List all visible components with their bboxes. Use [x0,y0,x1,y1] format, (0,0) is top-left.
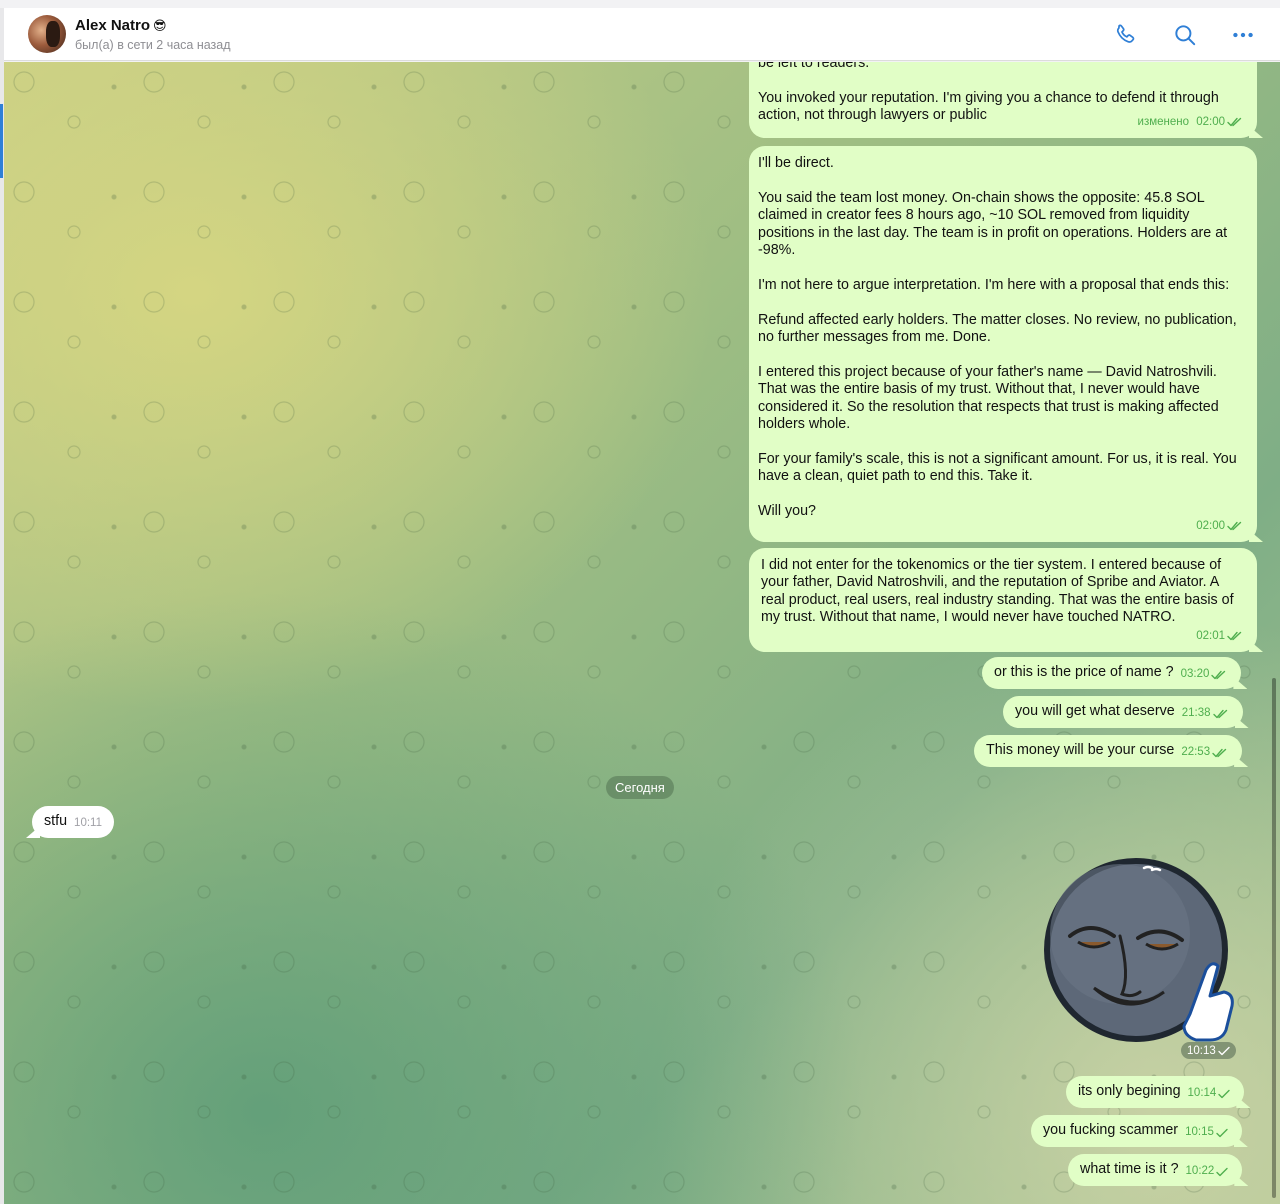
message-meta: 10:22 [1186,1163,1229,1180]
more-button[interactable] [1228,20,1258,50]
message-time: 02:00 [1196,519,1225,532]
check-icon [1216,1167,1229,1177]
contact-name[interactable]: Alex Natro 😎 [75,17,167,34]
double-check-icon [1212,709,1227,719]
message-text: I'm not here to argue interpretation. I'… [758,276,1230,293]
message-text: Will you? [758,503,816,520]
message-text: you will get what deserve [1015,703,1175,720]
message-time: 10:14 [1187,1087,1217,1100]
contact-name-text: Alex Natro [75,17,151,34]
scrollbar-thumb[interactable] [1272,678,1276,1198]
message-time: 10:15 [1185,1126,1214,1139]
check-icon [1218,1089,1231,1099]
message-bubble[interactable]: This money will be your curse 22:53 [974,735,1243,767]
message-text: what time is it ? [1080,1161,1179,1178]
message-meta: 10:11 [74,815,102,832]
message-text: stfu [44,813,68,830]
message-text: For your family's scale, this is not a s… [758,450,1237,485]
message-text: I did not enter for the tokenomics or th… [761,557,1234,626]
message-bubble[interactable]: I'll be direct. You said the team lost m… [749,146,1257,542]
message-bubble[interactable]: its only begining 10:14 [1066,1076,1245,1108]
message-text: you fucking scammer [1043,1122,1179,1139]
active-chat-indicator [0,104,3,178]
sticker-meta: 10:13 [1181,1042,1236,1059]
call-button[interactable] [1110,20,1140,50]
edited-label: изменено [1137,115,1190,128]
date-separator: Сегодня [606,776,674,799]
search-icon [1175,25,1196,46]
chat-area[interactable]: be left to readers. You invoked your rep… [4,62,1280,1204]
avatar[interactable] [28,15,66,53]
check-icon [1216,1128,1228,1138]
check-icon [1218,1046,1230,1055]
message-time: 10:13 [1187,1044,1216,1057]
message-text: I entered this project because of your f… [758,363,1219,433]
message-text: be left to readers. [758,62,870,71]
chat-header: Alex Natro 😎 был(а) в сети 2 часа назад [4,8,1280,61]
contact-status: был(а) в сети 2 часа назад [75,38,231,52]
message-bubble[interactable]: I did not enter for the tokenomics or th… [749,548,1257,652]
message-meta: 22:53 [1181,744,1228,761]
message-meta: 03:20 [1181,666,1228,683]
message-time: 21:38 [1181,707,1211,720]
double-check-icon [1212,748,1227,758]
message-meta: 10:14 [1188,1085,1231,1102]
message-text: I'll be direct. [758,155,834,171]
message-meta: 02:00 [1196,518,1243,535]
window-top-strip [0,0,1280,8]
message-bubble-incoming[interactable]: stfu 10:11 [32,806,114,838]
message-time: 10:11 [74,817,102,830]
more-icon [1233,32,1253,38]
message-text: its only begining [1078,1083,1181,1100]
message-text: Refund affected early holders. The matte… [758,311,1237,346]
message-bubble[interactable]: or this is the price of name ? 03:20 [982,657,1242,689]
search-button[interactable] [1170,20,1200,50]
double-check-icon [1211,670,1226,680]
message-meta: 10:15 [1185,1124,1228,1141]
message-bubble[interactable]: be left to readers. You invoked your rep… [749,62,1257,138]
double-check-icon [1227,522,1242,531]
message-meta: 21:38 [1182,705,1229,722]
message-text: This money will be your curse [986,742,1175,759]
message-time: 22:53 [1181,746,1211,759]
message-text: You said the team lost money. On-chain s… [758,189,1228,259]
message-meta: 02:01 [1196,628,1243,645]
message-meta: изменено 02:00 [1138,114,1243,131]
message-time: 03:20 [1180,668,1210,681]
message-bubble[interactable]: what time is it ? 10:22 [1068,1154,1243,1186]
message-bubble[interactable]: you fucking scammer 10:15 [1031,1115,1242,1147]
moon-face-pointing-sticker[interactable] [1040,856,1246,1056]
message-time: 02:00 [1196,115,1225,128]
message-time: 10:22 [1185,1165,1215,1178]
double-check-icon [1227,632,1242,641]
message-bubble[interactable]: you will get what deserve 21:38 [1003,696,1243,728]
phone-icon [1116,24,1135,43]
double-check-icon [1227,118,1242,127]
contact-emoji: 😎 [153,18,167,33]
message-time: 02:01 [1196,629,1225,642]
message-text: or this is the price of name ? [994,664,1174,681]
